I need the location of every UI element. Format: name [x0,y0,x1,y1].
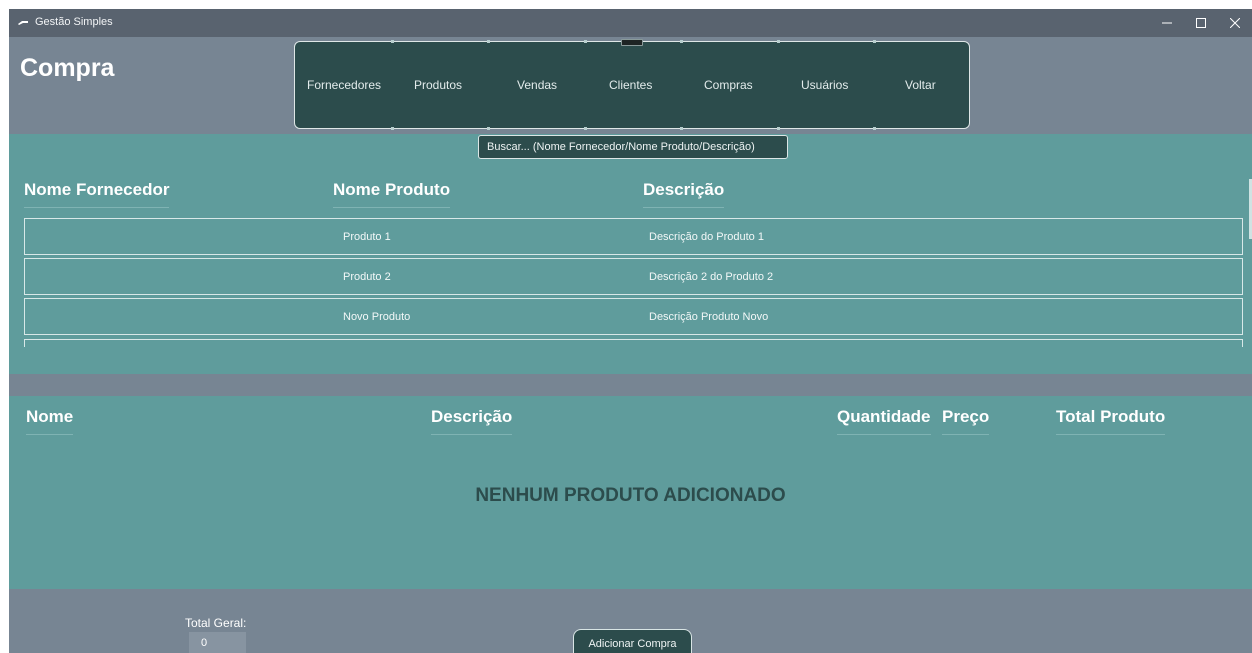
row-descricao: Descrição 2 do Produto 2 [649,271,774,283]
maximize-button[interactable] [1184,9,1218,37]
nav-separator [584,127,587,130]
drag-handle[interactable] [621,39,643,46]
close-icon [1230,18,1240,28]
nav-separator [584,40,587,43]
result-row[interactable]: Novo Produto Descrição Produto Novo [24,298,1243,335]
nav-separator [680,40,683,43]
minimize-button[interactable] [1150,9,1184,37]
nav-item-clientes[interactable]: Clientes [609,78,652,92]
total-value: 0 [189,632,246,653]
app-window: Gestão Simples Compra Fornecedores Produ… [9,9,1252,653]
search-input[interactable]: Buscar... (Nome Fornecedor/Nome Produto/… [478,135,788,159]
nav-separator [487,40,490,43]
nav-item-fornecedores[interactable]: Fornecedores [307,78,381,92]
row-produto: Produto 1 [343,231,391,243]
title-bar: Gestão Simples [9,9,1252,37]
column-header-fornecedor: Nome Fornecedor [24,180,170,208]
result-row[interactable]: Produto 2 Descrição 2 do Produto 2 [24,258,1243,295]
total-label: Total Geral: [185,616,247,630]
nav-separator [777,127,780,130]
nav-item-voltar[interactable]: Voltar [905,78,936,92]
nav-menu: Fornecedores Produtos Vendas Clientes Co… [294,39,970,130]
row-descricao: Descrição do Produto 1 [649,231,764,243]
nav-separator [680,127,683,130]
minimize-icon [1162,22,1172,24]
row-produto: Novo Produto [343,311,411,323]
column-header-produto: Nome Produto [333,180,451,208]
cart-header-quantidade: Quantidade [837,407,931,435]
gear-icon [18,21,28,25]
cart-header-descricao: Descrição [431,407,513,435]
nav-item-compras[interactable]: Compras [704,78,753,92]
window-title: Gestão Simples [35,16,113,28]
close-button[interactable] [1218,9,1252,37]
nav-separator [777,40,780,43]
nav-separator [873,40,876,43]
nav-separator [391,40,394,43]
row-descricao: Descrição Produto Novo [649,311,769,323]
result-row-partial[interactable] [24,339,1243,347]
empty-cart-message: NENHUM PRODUTO ADICIONADO [475,485,786,506]
nav-separator [487,127,490,130]
maximize-icon [1196,18,1206,28]
nav-item-usuarios[interactable]: Usuários [801,78,848,92]
nav-item-vendas[interactable]: Vendas [517,78,557,92]
column-header-descricao: Descrição [643,180,725,208]
add-purchase-button[interactable]: Adicionar Compra [573,629,692,653]
cart-header-nome: Nome [26,407,74,435]
nav-separator [873,127,876,130]
nav-separator [391,127,394,130]
row-produto: Produto 2 [343,271,391,283]
cart-header-total: Total Produto [1056,407,1166,435]
result-row[interactable]: Produto 1 Descrição do Produto 1 [24,218,1243,255]
nav-item-produtos[interactable]: Produtos [414,78,462,92]
cart-header-preco: Preço [942,407,990,435]
page-title: Compra [20,54,115,82]
